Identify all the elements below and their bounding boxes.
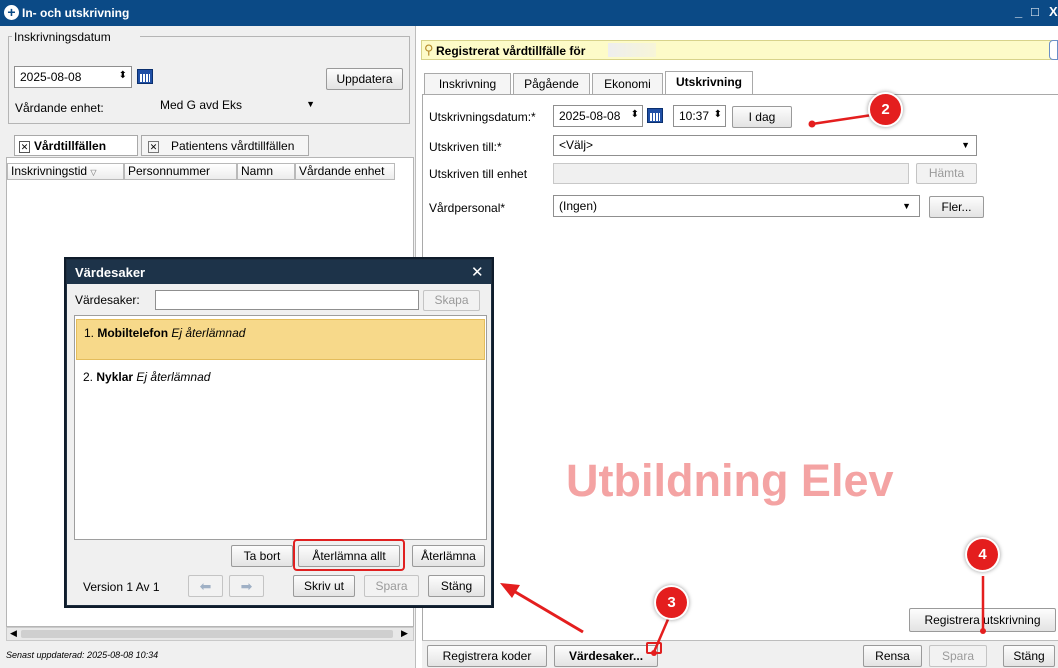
callout-3: 3 bbox=[656, 587, 687, 618]
callout-2: 2 bbox=[870, 94, 901, 125]
annotation-arrows bbox=[500, 113, 986, 656]
callout-4: 4 bbox=[967, 539, 998, 570]
